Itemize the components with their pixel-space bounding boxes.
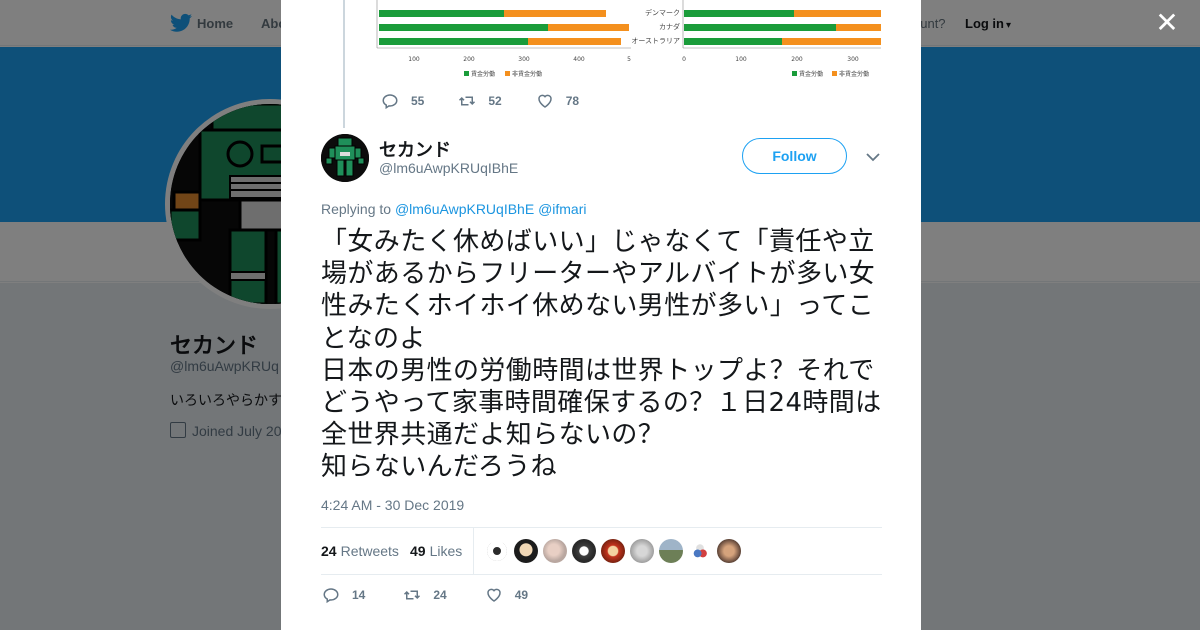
chart-left-bar-2-unpaid [548,24,629,31]
chart-left-tick-2: 300 [518,56,530,63]
stats-divider [473,528,474,574]
liker-avatar[interactable] [543,539,567,563]
heart-icon [486,588,501,602]
likes-stat[interactable]: 49 Likes [410,543,462,559]
chart-left-tick-3: 400 [573,56,585,63]
retweets-stat-label: Retweets [340,543,399,559]
chevron-down-icon[interactable] [864,148,882,166]
previous-tweet-chart-image[interactable]: 100 200 300 400 5 賃金労働 非賃金労働 デンマーク カナダ オ… [369,0,889,82]
chart-right-tick-3: 300 [847,56,859,63]
chart-left-tick-1: 200 [463,56,475,63]
reply-icon [323,588,339,604]
likes-stat-label: Likes [429,543,463,559]
mention-link[interactable]: @ifmari [538,201,586,217]
tweet-text: 「女みたく休めばいい」じゃなくて「責任や立場があるからフリーターやアルバイトが多… [321,227,882,483]
chart-left-legend-unpaid: 非賃金労働 [512,70,542,78]
reply-button[interactable]: 55 [381,92,424,110]
like-button[interactable]: 78 [536,92,579,110]
reply-icon [382,94,398,110]
chart-right-tick-2: 200 [791,56,803,63]
chart-left-tick-0: 100 [408,56,420,63]
chart-right-bar-3-paid [684,38,782,45]
chart-right-category-0: デンマーク [645,8,680,17]
liker-avatar[interactable] [514,539,538,563]
chart-right-legend-swatch-paid [792,71,797,76]
liker-avatar[interactable] [601,539,625,563]
chart-right-bar-2-unpaid [836,24,881,31]
author-handle[interactable]: @lm6uAwpKRUqIBhE [379,160,518,176]
replying-to-label: Replying to [321,201,392,217]
liker-avatar[interactable] [717,539,741,563]
previous-tweet-actions: 55 52 78 [381,92,613,110]
chart-right-tick-1: 100 [735,56,747,63]
chart-right-bar-1-paid [684,10,794,17]
chart-left-legend-paid: 賃金労働 [471,70,495,78]
reply-button[interactable]: 14 [322,586,365,604]
chart-left-bar-1-paid [379,10,504,17]
heart-icon [537,94,552,108]
chart-left-legend-swatch-unpaid [505,71,510,76]
reply-count: 55 [411,94,425,108]
liker-avatar[interactable] [659,539,683,563]
thread-connector-line [343,0,345,128]
liker-avatars [485,539,746,563]
tweet-stats: 24 Retweets 49 Likes [321,527,882,575]
chart-right-bar-2-paid [684,24,836,31]
retweet-button[interactable]: 52 [458,92,502,110]
chart-right-category-1: カナダ [659,22,680,31]
chart-left-bar-1-unpaid [504,10,606,17]
like-count: 78 [565,94,580,108]
chart-right-legend-swatch-unpaid [832,71,837,76]
close-icon[interactable]: ✕ [1154,9,1180,37]
liker-avatar[interactable] [630,539,654,563]
chart-right-bar-3-unpaid [782,38,881,45]
retweet-icon [404,590,421,600]
retweet-icon [459,96,476,106]
author-name[interactable]: セカンド [379,136,451,162]
robot-avatar-image [321,134,369,182]
chart-right-legend-paid: 賃金労働 [799,70,823,78]
chart-right-bar-1-unpaid [794,10,881,17]
chart-left-bar-3-unpaid [528,38,621,45]
chart-left-legend-swatch-paid [464,71,469,76]
liker-avatar[interactable] [688,539,712,563]
chart-left-tick-4: 5 [627,56,631,63]
liker-avatar[interactable] [485,539,509,563]
retweet-count: 24 [433,588,447,602]
like-button[interactable]: 49 [485,586,528,604]
liker-avatar[interactable] [572,539,596,563]
reply-count: 14 [352,588,366,602]
author-avatar[interactable] [321,134,369,182]
retweet-count: 52 [488,94,502,108]
mention-link[interactable]: @lm6uAwpKRUqIBhE [395,201,534,217]
chart-right-category-2: オーストラリア [631,37,680,45]
tweet-actions: 14 24 49 [322,586,566,604]
retweet-button[interactable]: 24 [403,586,447,604]
tweet-modal: 100 200 300 400 5 賃金労働 非賃金労働 デンマーク カナダ オ… [281,0,921,630]
likes-stat-count: 49 [410,543,426,559]
follow-button[interactable]: Follow [742,138,847,174]
chart-left-bar-2-paid [379,24,548,31]
chart-left-bar-3-paid [379,38,528,45]
retweets-stat-count: 24 [321,543,337,559]
chart-right-tick-0: 0 [682,56,686,63]
tweet-timestamp[interactable]: 4:24 AM - 30 Dec 2019 [321,497,464,513]
replying-to-line: Replying to @lm6uAwpKRUqIBhE @ifmari [321,201,587,217]
like-count: 49 [514,588,529,602]
retweets-stat[interactable]: 24 Retweets [321,543,399,559]
chart-right-legend-unpaid: 非賃金労働 [839,70,869,78]
